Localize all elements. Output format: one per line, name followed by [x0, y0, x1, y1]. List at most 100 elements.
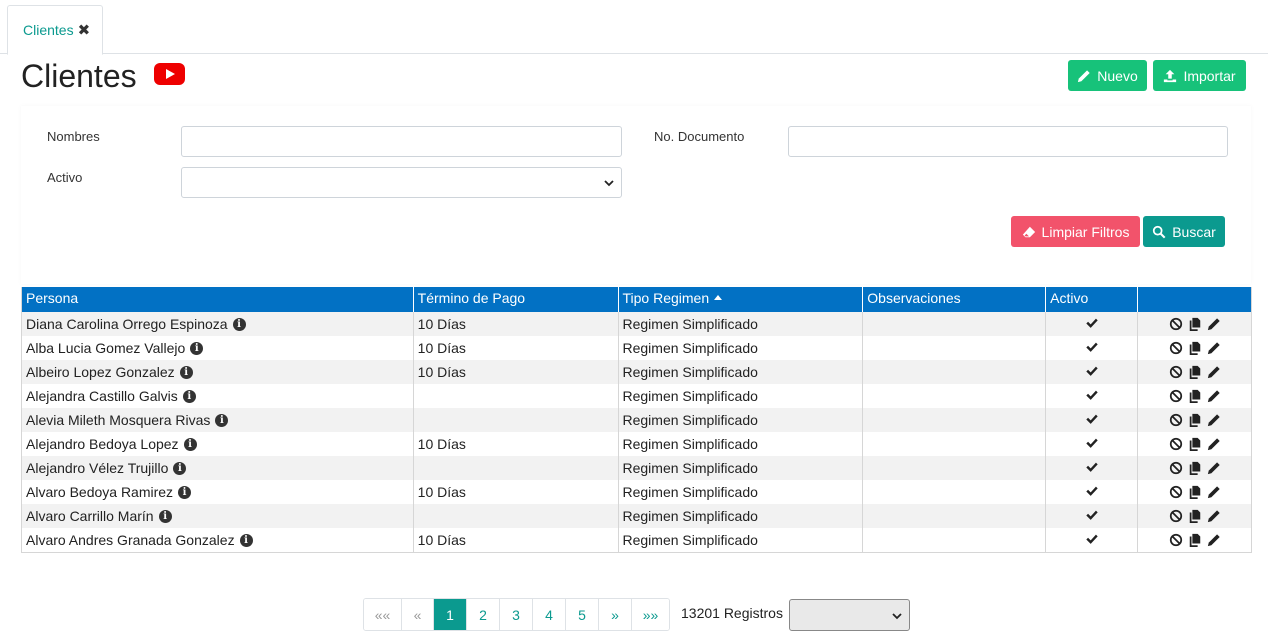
check-icon	[1085, 340, 1099, 357]
persona-name: Alevia Mileth Mosquera Rivas	[26, 412, 211, 428]
ban-icon[interactable]	[1169, 485, 1183, 499]
registros-count: 13201 Registros	[681, 605, 783, 621]
check-icon	[1085, 436, 1099, 453]
persona-name: Alvaro Bedoya Ramirez	[26, 484, 174, 500]
info-icon[interactable]: i	[158, 509, 172, 523]
documento-input[interactable]	[788, 126, 1228, 157]
col-tipo-regimen[interactable]: Tipo Regimen	[619, 287, 864, 312]
col-tipo-regimen-label: Tipo Regimen	[622, 290, 710, 306]
cell-observaciones	[863, 360, 1047, 384]
chevron-down-icon	[892, 613, 902, 620]
check-icon	[1085, 508, 1099, 525]
limpiar-filtros-button[interactable]: Limpiar Filtros	[1011, 216, 1140, 247]
cell-observaciones	[863, 456, 1047, 480]
info-icon[interactable]: i	[179, 365, 193, 379]
tab-strip: Clientes ✖	[0, 0, 1268, 55]
check-icon	[1085, 316, 1099, 333]
activo-label: Activo	[47, 170, 83, 185]
col-termino-pago[interactable]: Término de Pago	[414, 287, 619, 312]
ban-icon[interactable]	[1169, 533, 1183, 547]
copy-icon[interactable]	[1188, 437, 1202, 451]
filters-panel: Nombres No. Documento Activo Limpiar Fil…	[21, 106, 1251, 284]
cell-persona: Albeiro Lopez Gonzalez i	[22, 360, 414, 384]
chevron-down-icon	[604, 180, 614, 187]
page-size-select[interactable]	[789, 599, 910, 631]
page-5-button[interactable]: 5	[566, 599, 599, 630]
importar-button[interactable]: Importar	[1153, 60, 1246, 91]
cell-persona: Alejandro Bedoya Lopez i	[22, 432, 414, 456]
copy-icon[interactable]	[1188, 461, 1202, 475]
cell-regimen: Regimen Simplificado	[619, 360, 864, 384]
copy-icon[interactable]	[1188, 317, 1202, 331]
info-icon[interactable]: i	[239, 533, 253, 547]
copy-icon[interactable]	[1188, 389, 1202, 403]
ban-icon[interactable]	[1169, 413, 1183, 427]
copy-icon[interactable]	[1188, 533, 1202, 547]
persona-name: Alba Lucia Gomez Vallejo	[26, 340, 186, 356]
edit-icon[interactable]	[1207, 437, 1221, 451]
edit-icon[interactable]	[1207, 485, 1221, 499]
upload-icon	[1164, 69, 1177, 82]
copy-icon[interactable]	[1188, 365, 1202, 379]
cell-activo	[1046, 504, 1139, 528]
ban-icon[interactable]	[1169, 365, 1183, 379]
next-page-button[interactable]: »	[599, 599, 632, 630]
cell-termino	[414, 408, 619, 432]
prev-page-button[interactable]: «	[402, 599, 434, 630]
nombres-input[interactable]	[181, 126, 622, 157]
buscar-button[interactable]: Buscar	[1143, 216, 1225, 247]
cell-persona: Alvaro Andres Granada Gonzalez i	[22, 528, 414, 552]
info-icon[interactable]: i	[182, 389, 196, 403]
info-icon[interactable]: i	[190, 341, 204, 355]
edit-icon[interactable]	[1207, 509, 1221, 523]
persona-name: Alejandro Vélez Trujillo	[26, 460, 169, 476]
ban-icon[interactable]	[1169, 437, 1183, 451]
cell-activo	[1046, 528, 1139, 552]
cell-observaciones	[863, 312, 1047, 336]
info-icon[interactable]: i	[183, 437, 197, 451]
cell-acciones	[1138, 408, 1251, 432]
cell-regimen: Regimen Simplificado	[619, 432, 864, 456]
col-observaciones[interactable]: Observaciones	[863, 287, 1047, 312]
copy-icon[interactable]	[1188, 485, 1202, 499]
edit-icon[interactable]	[1207, 461, 1221, 475]
close-icon[interactable]: ✖	[78, 21, 91, 39]
cell-acciones	[1138, 504, 1251, 528]
last-page-button[interactable]: »»	[632, 599, 669, 630]
cell-termino	[414, 384, 619, 408]
ban-icon[interactable]	[1169, 341, 1183, 355]
info-icon[interactable]: i	[173, 461, 187, 475]
info-icon[interactable]: i	[178, 485, 192, 499]
page-4-button[interactable]: 4	[533, 599, 566, 630]
table-header: Persona Término de Pago Tipo Regimen Obs…	[22, 287, 1251, 312]
edit-icon[interactable]	[1207, 365, 1221, 379]
page-3-button[interactable]: 3	[500, 599, 533, 630]
nuevo-button[interactable]: Nuevo	[1068, 60, 1147, 91]
edit-icon[interactable]	[1207, 413, 1221, 427]
ban-icon[interactable]	[1169, 389, 1183, 403]
page-2-button[interactable]: 2	[467, 599, 500, 630]
page-1-button[interactable]: 1	[434, 599, 467, 630]
activo-select[interactable]	[181, 167, 622, 198]
first-page-button[interactable]: ««	[364, 599, 402, 630]
ban-icon[interactable]	[1169, 509, 1183, 523]
edit-icon[interactable]	[1207, 533, 1221, 547]
youtube-icon[interactable]	[154, 63, 185, 85]
info-icon[interactable]: i	[215, 413, 229, 427]
tab-clientes[interactable]: Clientes ✖	[7, 5, 103, 55]
ban-icon[interactable]	[1169, 317, 1183, 331]
edit-icon[interactable]	[1207, 317, 1221, 331]
edit-icon[interactable]	[1207, 389, 1221, 403]
copy-icon[interactable]	[1188, 509, 1202, 523]
copy-icon[interactable]	[1188, 413, 1202, 427]
edit-icon[interactable]	[1207, 341, 1221, 355]
cell-persona: Diana Carolina Orrego Espinoza i	[22, 312, 414, 336]
table-row: Alejandro Vélez Trujillo i Regimen Simpl…	[22, 456, 1251, 480]
copy-icon[interactable]	[1188, 341, 1202, 355]
pencil-icon	[1078, 69, 1090, 82]
info-icon[interactable]: i	[232, 317, 246, 331]
cell-acciones	[1138, 384, 1251, 408]
col-activo[interactable]: Activo	[1046, 287, 1139, 312]
ban-icon[interactable]	[1169, 461, 1183, 475]
col-persona[interactable]: Persona	[22, 287, 414, 312]
